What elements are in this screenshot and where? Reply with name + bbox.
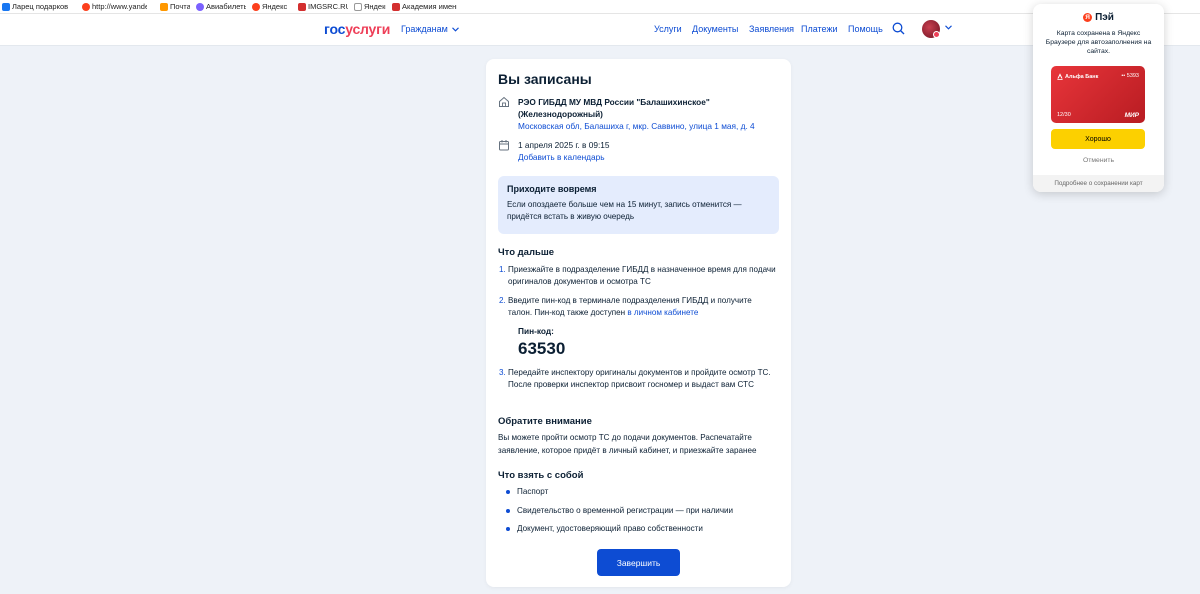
bullet-icon bbox=[506, 509, 510, 513]
yandex-pay-popup: Я Пэй Карта сохранена в Яндекс Браузере … bbox=[1033, 4, 1164, 192]
bullet-icon bbox=[506, 527, 510, 531]
bookmark-favicon-icon bbox=[2, 2, 10, 11]
bookmark-favicon-icon bbox=[252, 2, 260, 11]
bookmark-item[interactable]: Ларец подарков bbox=[0, 2, 80, 11]
step-number: 1. bbox=[499, 265, 506, 274]
chevron-down-icon bbox=[451, 26, 459, 32]
notice-text: Если опоздаете больше чем на 15 минут, з… bbox=[507, 200, 742, 221]
ok-button[interactable]: Хорошо bbox=[1051, 129, 1145, 149]
more-about-saving-cards-link[interactable]: Подробнее о сохранении карт bbox=[1033, 175, 1164, 192]
bookmark-favicon-icon bbox=[82, 2, 90, 11]
notice-box: Приходите вовремя Если опоздаете больше … bbox=[498, 176, 779, 234]
bookmark-item[interactable]: Яндекс bbox=[250, 2, 296, 11]
department-name: РЭО ГИБДД МУ МВД России "Балашихинское" … bbox=[518, 97, 710, 119]
step-text: Передайте инспектору оригиналы документо… bbox=[508, 368, 771, 389]
bookmark-item[interactable]: http://www.yandex bbox=[80, 2, 158, 11]
finish-button[interactable]: Завершить bbox=[597, 549, 680, 576]
nav-applications[interactable]: Заявления bbox=[749, 24, 794, 34]
bookmark-item[interactable]: IMGSRC.RU bbox=[296, 2, 352, 11]
yandex-pay-brand: Я Пэй bbox=[1033, 12, 1164, 23]
card-number: •• 5393 bbox=[1121, 73, 1139, 79]
card-expiry: 12/30 bbox=[1057, 112, 1071, 118]
bullet-icon bbox=[506, 490, 510, 494]
bookmark-item[interactable]: Авиабилеты bbox=[194, 2, 250, 11]
pin-code: 63530 bbox=[518, 339, 566, 358]
bookmark-item[interactable]: Почта bbox=[158, 2, 194, 11]
step-text: Приезжайте в подразделение ГИБДД в назна… bbox=[508, 265, 776, 286]
audience-dropdown[interactable]: Гражданам bbox=[401, 24, 459, 34]
bank-name: Альфа Банк bbox=[1057, 73, 1098, 80]
audience-label: Гражданам bbox=[401, 24, 448, 34]
nav-payments[interactable]: Платежи bbox=[801, 24, 838, 34]
bank-card: Альфа Банк •• 5393 12/30 МИР bbox=[1051, 66, 1145, 123]
pin-label: Пин-код: bbox=[518, 326, 554, 336]
mir-logo: МИР bbox=[1124, 112, 1139, 119]
search-icon[interactable] bbox=[892, 22, 905, 35]
page-title: Вы записаны bbox=[498, 71, 592, 87]
chevron-down-icon[interactable] bbox=[945, 25, 952, 30]
yandex-pay-title: Пэй bbox=[1095, 12, 1114, 23]
bookmarks-bar: Ларец подарков http://www.yandex Почта А… bbox=[0, 0, 1200, 14]
step-item: 2. Введите пин-код в терминале подраздел… bbox=[499, 295, 778, 319]
next-steps-heading: Что дальше bbox=[498, 247, 555, 258]
bookmark-item[interactable]: Яндекс bbox=[352, 2, 390, 11]
booking-confirmation-card: Вы записаны РЭО ГИБДД МУ МВД России "Бал… bbox=[486, 59, 791, 587]
step-number: 2. bbox=[499, 296, 506, 305]
nav-documents[interactable]: Документы bbox=[692, 24, 738, 34]
bookmark-favicon-icon bbox=[160, 2, 168, 11]
attention-heading: Обратите внимание bbox=[498, 416, 592, 427]
list-item-text: Документ, удостоверяющий право собственн… bbox=[517, 524, 703, 533]
yandex-logo-icon: Я bbox=[1083, 13, 1093, 22]
bookmark-favicon-icon bbox=[196, 2, 204, 11]
add-to-calendar-link[interactable]: Добавить в календарь bbox=[518, 152, 605, 162]
personal-account-link[interactable]: в личном кабинете bbox=[627, 308, 698, 317]
step-item: 1. Приезжайте в подразделение ГИБДД в на… bbox=[499, 264, 778, 288]
calendar-icon bbox=[499, 140, 509, 151]
bring-heading: Что взять с собой bbox=[498, 470, 584, 481]
nav-help[interactable]: Помощь bbox=[848, 24, 883, 34]
notice-title: Приходите вовремя bbox=[507, 184, 597, 194]
nav-services[interactable]: Услуги bbox=[654, 24, 682, 34]
list-item-text: Паспорт bbox=[517, 487, 549, 496]
alfa-bank-icon bbox=[1057, 73, 1063, 80]
cancel-button[interactable]: Отменить bbox=[1033, 157, 1164, 164]
step-item: 3. Передайте инспектору оригиналы докуме… bbox=[499, 367, 778, 391]
department-address-link[interactable]: Московская обл, Балашиха г, мкр. Саввино… bbox=[518, 121, 755, 131]
notification-dot bbox=[933, 31, 940, 38]
site-header: госуслуги Гражданам Услуги Документы Зая… bbox=[0, 14, 1200, 46]
bookmark-favicon-icon bbox=[298, 2, 306, 11]
bookmark-item[interactable]: Академия имени bbox=[390, 2, 462, 11]
building-icon bbox=[499, 96, 509, 107]
attention-text: Вы можете пройти осмотр ТС до подачи док… bbox=[498, 433, 757, 455]
step-number: 3. bbox=[499, 368, 506, 377]
list-item-text: Свидетельство о временной регистрации — … bbox=[517, 506, 734, 515]
bookmark-favicon-icon bbox=[392, 2, 400, 11]
card-saved-message: Карта сохранена в Яндекс Браузере для ав… bbox=[1045, 30, 1152, 55]
gosuslugi-logo[interactable]: госуслуги bbox=[324, 21, 390, 37]
appointment-datetime: 1 апреля 2025 г. в 09:15 bbox=[518, 140, 610, 150]
bookmark-favicon-icon bbox=[354, 2, 362, 11]
